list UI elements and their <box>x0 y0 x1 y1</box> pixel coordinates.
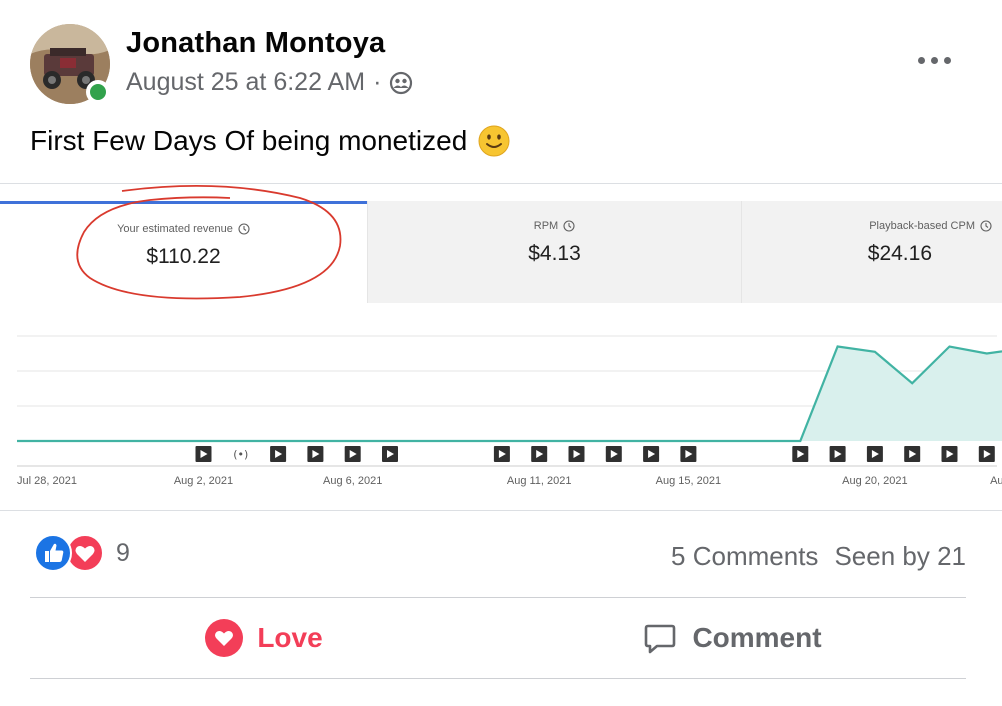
metric-label: Your estimated revenue <box>0 223 367 235</box>
post-text-content: First Few Days Of being monetized <box>30 125 468 156</box>
avatar[interactable] <box>30 24 110 104</box>
online-status-dot <box>86 80 110 104</box>
metric-card-revenue: Your estimated revenue $110.22 <box>0 201 367 303</box>
metric-label-text: RPM <box>533 220 559 232</box>
post-image[interactable]: Your estimated revenue $110.22 RPM $4.13… <box>0 183 1002 511</box>
metric-label: Playback-based CPM <box>742 220 1002 232</box>
post-actions: Love Comment <box>30 598 966 678</box>
metric-value: $24.16 <box>867 242 932 265</box>
live-stream-marker-icon: (•) <box>233 448 248 461</box>
like-reaction-icon <box>34 534 72 572</box>
clock-icon <box>980 220 992 232</box>
slightly-smiling-face-icon <box>477 124 511 158</box>
chart-tick-label: Jul 28, 2021 <box>17 475 77 487</box>
metric-label: RPM <box>368 220 741 232</box>
comment-button[interactable]: Comment <box>498 598 966 678</box>
chart-tick-label: Aug 6, 2021 <box>323 475 382 487</box>
meta-separator: · <box>373 68 382 96</box>
revenue-chart: (•) Jul 28, 2021 Aug 2, 2021 Aug 6, 2021 Aug… <box>16 335 1002 487</box>
chart-tick-label: Aug 2, 2021 <box>174 475 233 487</box>
more-dot-icon <box>930 56 938 64</box>
reactions-summary[interactable]: 9 <box>34 534 130 572</box>
more-dot-icon <box>917 56 925 64</box>
metric-value: $4.13 <box>528 242 581 265</box>
comments-count-link[interactable]: 5 Comments <box>671 541 818 572</box>
friends-icon[interactable] <box>389 71 413 95</box>
comment-button-label: Comment <box>692 622 822 653</box>
metric-label-text: Playback-based CPM <box>869 220 975 232</box>
seen-by-link[interactable]: Seen by 21 <box>834 541 966 572</box>
post-meta: August 25 at 6:22 AM · <box>126 68 413 97</box>
author-name[interactable]: Jonathan Montoya <box>126 27 385 60</box>
metric-label-text: Your estimated revenue <box>117 223 233 235</box>
post-text: First Few Days Of being monetized <box>30 124 511 158</box>
heart-icon <box>205 619 244 657</box>
chart-area <box>17 346 1002 441</box>
post-stats: 5 Comments Seen by 21 <box>671 541 966 572</box>
chart-tick-label: Aug 15, 2021 <box>656 475 721 487</box>
clock-icon <box>563 220 575 232</box>
metric-card-cpm: Playback-based CPM $24.16 <box>741 201 1002 303</box>
metric-card-rpm: RPM $4.13 <box>367 201 741 303</box>
love-button-label: Love <box>257 622 323 653</box>
more-options-button[interactable] <box>910 46 958 74</box>
love-button[interactable]: Love <box>30 598 498 678</box>
analytics-screenshot: Your estimated revenue $110.22 RPM $4.13… <box>0 184 1002 510</box>
more-dot-icon <box>943 56 951 64</box>
metric-value: $110.22 <box>146 245 221 268</box>
divider <box>30 678 966 679</box>
clock-icon <box>238 223 250 235</box>
chart-tick-label: Aug 24, 2 <box>990 475 1002 487</box>
chart-tick-label: Aug 20, 2021 <box>842 475 907 487</box>
comment-bubble-icon <box>642 620 678 656</box>
reaction-count: 9 <box>116 538 130 567</box>
post-timestamp[interactable]: August 25 at 6:22 AM <box>126 68 365 97</box>
chart-tick-label: Aug 11, 2021 <box>507 475 572 487</box>
post-header: Jonathan Montoya August 25 at 6:22 AM · <box>0 0 1002 110</box>
